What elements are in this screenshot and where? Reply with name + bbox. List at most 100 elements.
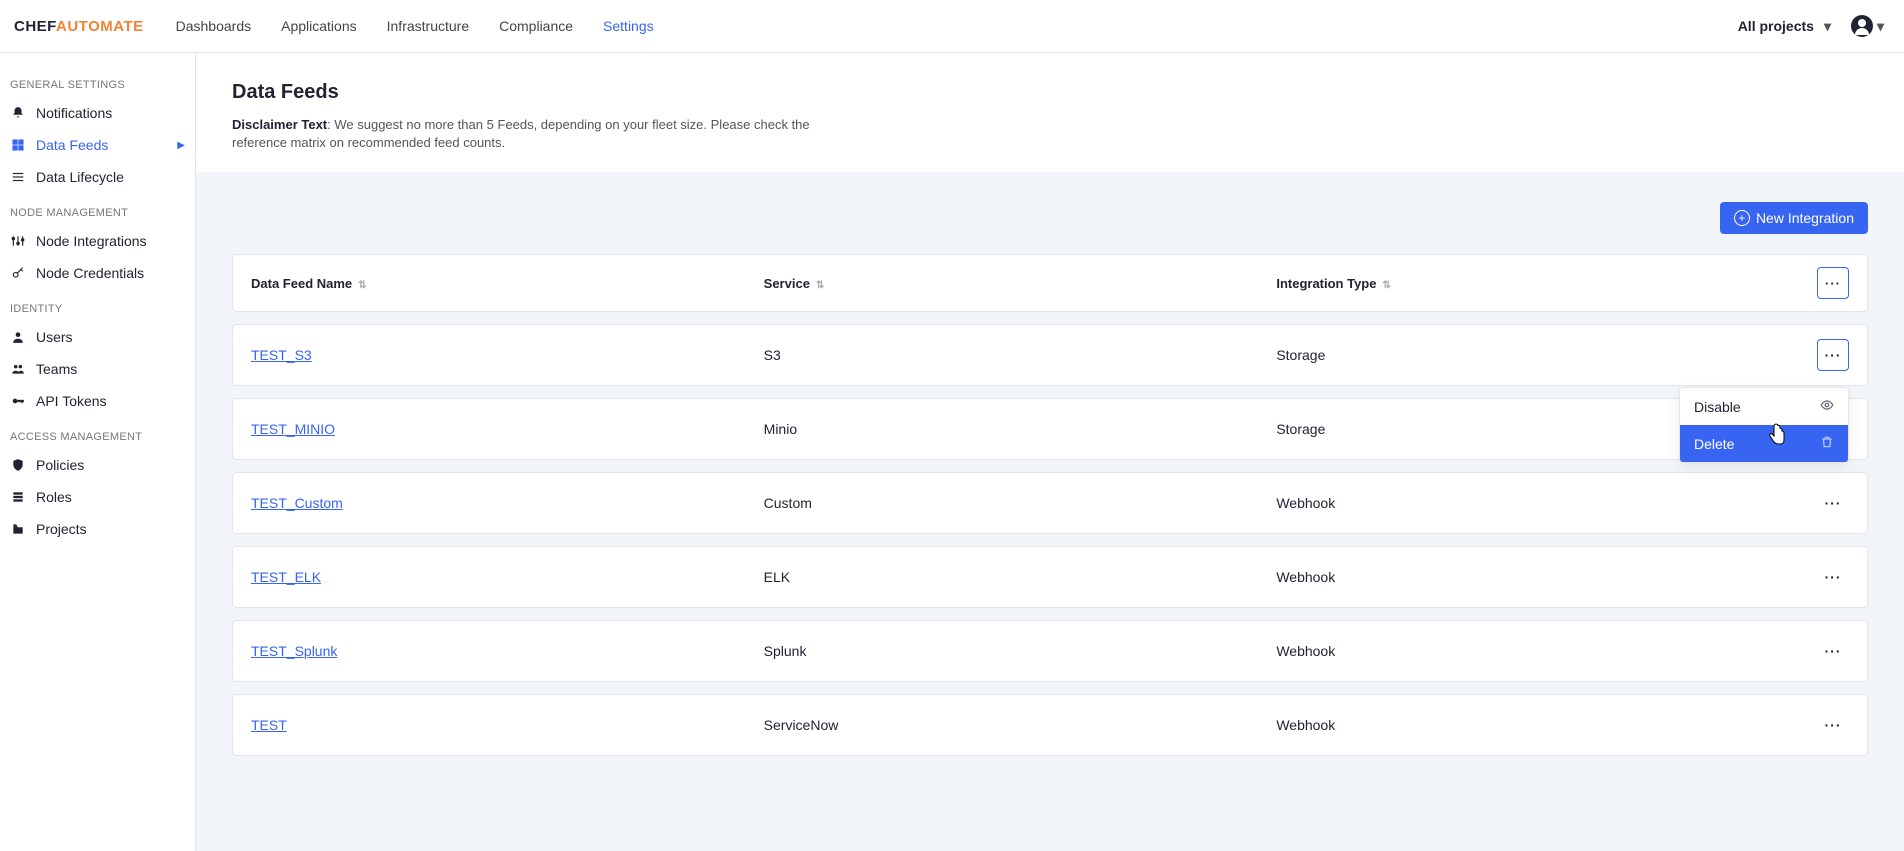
table-row: TEST_Splunk SplunkWebhook ··· [232, 620, 1868, 682]
nav-item-compliance[interactable]: Compliance [499, 18, 573, 34]
new-integration-button[interactable]: + New Integration [1720, 202, 1868, 234]
user-icon [10, 329, 26, 345]
sidebar-item-label: Projects [36, 521, 87, 537]
sidebar-item-data-feeds[interactable]: Data Feeds ▶ [0, 129, 195, 161]
table-row: TEST_S3S3Storage···DisableDelete [232, 324, 1868, 386]
row-more-button[interactable]: ··· [1817, 487, 1849, 519]
table-header-row: Data Feed Name⇅ Service⇅ Integration Typ… [232, 254, 1868, 312]
bell-icon [10, 105, 26, 121]
projects-selector[interactable]: All projects ▾ ▾ [1738, 15, 1884, 37]
sidebar-section-label: NODE MANAGEMENT [0, 193, 195, 225]
column-type[interactable]: Integration Type⇅ [1276, 276, 1789, 291]
role-icon [10, 489, 26, 505]
content-body: + New Integration Data Feed Name⇅ Servic… [196, 172, 1904, 851]
more-dots-icon: ··· [1825, 569, 1842, 585]
main-content: Data Feeds Disclaimer Text: We suggest n… [196, 53, 1904, 851]
page-disclaimer: Disclaimer Text: We suggest no more than… [232, 116, 852, 152]
sidebar-section-label: ACCESS MANAGEMENT [0, 417, 195, 449]
sidebar-section-label: GENERAL SETTINGS [0, 65, 195, 97]
sidebar-item-teams[interactable]: Teams [0, 353, 195, 385]
lifecycle-icon [10, 169, 26, 185]
feed-service: ELK [764, 569, 1277, 585]
sidebar-item-node-credentials[interactable]: Node Credentials [0, 257, 195, 289]
sidebar-item-label: Node Integrations [36, 233, 147, 249]
dropdown-delete[interactable]: Delete [1680, 425, 1848, 462]
top-header: CHEFAUTOMATE Dashboards Applications Infra… [0, 0, 1904, 53]
feed-icon [10, 137, 26, 153]
sliders-icon [10, 233, 26, 249]
dropdown-disable[interactable]: Disable [1680, 388, 1848, 425]
sidebar: GENERAL SETTINGS Notifications Data Feeds ▶… [0, 53, 196, 851]
table-header-more-button[interactable]: ··· [1817, 267, 1849, 299]
eye-icon [1820, 398, 1834, 415]
logo-automate: AUTOMATE [56, 18, 144, 35]
sidebar-item-label: Data Feeds [36, 137, 108, 153]
table-row: TEST_ELKELKWebhook··· [232, 546, 1868, 608]
feed-name-link[interactable]: TEST [251, 717, 287, 733]
table-row: TEST_Custom CustomWebhook ··· [232, 472, 1868, 534]
nav-item-settings[interactable]: Settings [603, 18, 654, 34]
sidebar-item-roles[interactable]: Roles [0, 481, 195, 513]
row-more-button[interactable]: ··· [1817, 709, 1849, 741]
more-dots-icon: ··· [1825, 276, 1841, 291]
chevron-down-icon: ▾ [1824, 18, 1831, 35]
key-icon [10, 265, 26, 281]
sidebar-item-label: Data Lifecycle [36, 169, 124, 185]
sidebar-item-notifications[interactable]: Notifications [0, 97, 195, 129]
user-menu[interactable]: ▾ [1851, 15, 1884, 37]
nav-item-applications[interactable]: Applications [281, 18, 357, 34]
sidebar-item-label: Teams [36, 361, 77, 377]
plus-circle-icon: + [1734, 210, 1750, 226]
feed-type: Webhook [1276, 643, 1789, 659]
row-more-button[interactable]: ··· [1817, 561, 1849, 593]
user-icon [1851, 15, 1873, 37]
sidebar-item-label: API Tokens [36, 393, 107, 409]
sidebar-item-projects[interactable]: Projects [0, 513, 195, 545]
projects-icon [10, 521, 26, 537]
more-dots-icon: ··· [1825, 347, 1842, 363]
nav-item-infrastructure[interactable]: Infrastructure [387, 18, 469, 34]
feed-service: ServiceNow [764, 717, 1277, 733]
sidebar-item-node-integrations[interactable]: Node Integrations [0, 225, 195, 257]
sidebar-item-policies[interactable]: Policies [0, 449, 195, 481]
arrow-right-icon: ▶ [177, 140, 185, 151]
sidebar-item-label: Notifications [36, 105, 112, 121]
feed-name-link[interactable]: TEST_MINIO [251, 421, 335, 437]
table-row: TEST_MINIOMinioStorage··· [232, 398, 1868, 460]
sidebar-item-users[interactable]: Users [0, 321, 195, 353]
column-service[interactable]: Service⇅ [764, 276, 1277, 291]
feed-service: Splunk [764, 643, 1277, 659]
logo-chef: CHEF [14, 18, 56, 35]
top-nav: Dashboards Applications Infrastructure Comp… [176, 18, 654, 34]
chevron-down-icon: ▾ [1877, 18, 1884, 35]
column-name[interactable]: Data Feed Name⇅ [251, 276, 764, 291]
disclaimer-label: Disclaimer Text [232, 117, 327, 132]
token-icon [10, 393, 26, 409]
feed-service: Minio [764, 421, 1277, 437]
feed-name-link[interactable]: TEST_Custom [251, 495, 343, 511]
more-dots-icon: ··· [1825, 643, 1842, 659]
sidebar-item-label: Policies [36, 457, 84, 473]
sidebar-item-api-tokens[interactable]: API Tokens [0, 385, 195, 417]
projects-label: All projects [1738, 18, 1814, 34]
feed-name-link[interactable]: TEST_Splunk [251, 643, 337, 659]
feed-type: Webhook [1276, 495, 1789, 511]
feed-name-link[interactable]: TEST_S3 [251, 347, 312, 363]
feed-service: Custom [764, 495, 1277, 511]
toolbar: + New Integration [232, 202, 1868, 234]
row-more-button[interactable]: ··· [1817, 339, 1849, 371]
team-icon [10, 361, 26, 377]
row-more-button[interactable]: ··· [1817, 635, 1849, 667]
sort-icon: ⇅ [1382, 280, 1390, 291]
more-dots-icon: ··· [1825, 495, 1842, 511]
sidebar-item-label: Users [36, 329, 73, 345]
shield-icon [10, 457, 26, 473]
feed-name-link[interactable]: TEST_ELK [251, 569, 321, 585]
new-integration-label: New Integration [1756, 210, 1854, 226]
nav-item-dashboards[interactable]: Dashboards [176, 18, 252, 34]
sidebar-item-data-lifecycle[interactable]: Data Lifecycle [0, 161, 195, 193]
trash-icon [1820, 435, 1834, 452]
logo[interactable]: CHEFAUTOMATE [10, 18, 158, 35]
data-feeds-table: Data Feed Name⇅ Service⇅ Integration Typ… [232, 254, 1868, 756]
feed-service: S3 [764, 347, 1277, 363]
